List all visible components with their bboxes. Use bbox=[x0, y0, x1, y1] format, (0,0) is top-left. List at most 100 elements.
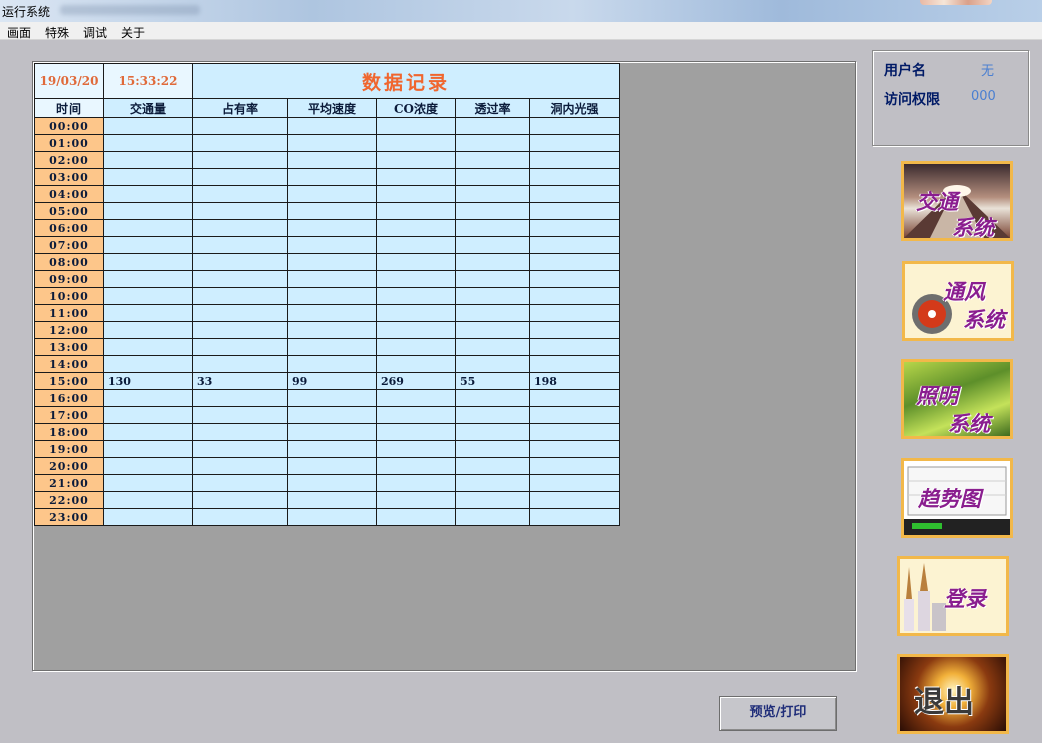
record-date: 19/03/20 bbox=[34, 63, 104, 99]
hour-cell: 19:00 bbox=[34, 440, 104, 458]
data-cell bbox=[376, 168, 456, 186]
data-cell bbox=[455, 219, 530, 237]
trend-caption: 趋势图 bbox=[918, 486, 981, 511]
data-cell bbox=[103, 389, 193, 407]
data-cell bbox=[103, 253, 193, 271]
table-row: 06:00 bbox=[34, 219, 620, 237]
data-cell bbox=[376, 151, 456, 169]
data-cell bbox=[455, 202, 530, 220]
traffic-system-button[interactable]: 交通 系统 bbox=[901, 161, 1013, 241]
hour-cell: 06:00 bbox=[34, 219, 104, 237]
table-row: 18:00 bbox=[34, 423, 620, 441]
data-cell bbox=[287, 474, 377, 492]
data-cell bbox=[287, 389, 377, 407]
data-cell bbox=[455, 474, 530, 492]
data-cell bbox=[376, 219, 456, 237]
data-cell bbox=[103, 219, 193, 237]
data-cell bbox=[287, 491, 377, 509]
window-controls[interactable] bbox=[920, 0, 992, 5]
data-cell bbox=[103, 457, 193, 475]
data-cell bbox=[455, 168, 530, 186]
data-cell bbox=[192, 474, 288, 492]
table-row: 17:00 bbox=[34, 406, 620, 424]
title-blur bbox=[60, 5, 200, 15]
data-record-table: 19/03/20 15:33:22 数据记录 时间 交通量 占有率 平均速度 CO浓度透… bbox=[34, 63, 620, 526]
data-cell bbox=[287, 253, 377, 271]
data-cell bbox=[103, 406, 193, 424]
data-cell bbox=[376, 287, 456, 305]
preview-print-button[interactable]: 预览/打印 bbox=[719, 696, 837, 731]
data-cell bbox=[192, 389, 288, 407]
data-cell bbox=[192, 304, 288, 322]
data-cell bbox=[287, 338, 377, 356]
data-cell bbox=[287, 321, 377, 339]
data-cell bbox=[376, 134, 456, 152]
table-row: 04:00 bbox=[34, 185, 620, 203]
data-cell bbox=[529, 304, 620, 322]
data-cell bbox=[287, 423, 377, 441]
data-cell: 55 bbox=[455, 372, 530, 390]
data-cell bbox=[529, 423, 620, 441]
data-cell bbox=[529, 236, 620, 254]
menu-item-screen[interactable]: 画面 bbox=[7, 24, 31, 41]
data-cell bbox=[103, 202, 193, 220]
data-cell bbox=[192, 270, 288, 288]
user-info-panel: 用户名 无 访问权限 000 bbox=[872, 50, 1029, 146]
login-caption: 登录 bbox=[944, 586, 986, 611]
column-header: CO浓度 bbox=[376, 98, 456, 118]
hour-cell: 20:00 bbox=[34, 457, 104, 475]
data-cell bbox=[455, 287, 530, 305]
data-cell bbox=[529, 134, 620, 152]
menu-item-special[interactable]: 特殊 bbox=[45, 24, 69, 41]
data-cell bbox=[192, 185, 288, 203]
data-cell bbox=[529, 338, 620, 356]
data-cell bbox=[529, 440, 620, 458]
data-cell bbox=[455, 117, 530, 135]
menu-item-about[interactable]: 关于 bbox=[121, 24, 145, 41]
data-cell bbox=[455, 440, 530, 458]
column-header: 时间 bbox=[34, 98, 104, 118]
data-cell bbox=[376, 423, 456, 441]
login-button[interactable]: 登录 bbox=[897, 556, 1009, 636]
data-cell bbox=[376, 117, 456, 135]
data-cell bbox=[287, 168, 377, 186]
table-row: 08:00 bbox=[34, 253, 620, 271]
table-row: 10:00 bbox=[34, 287, 620, 305]
data-cell bbox=[103, 355, 193, 373]
data-cell bbox=[192, 423, 288, 441]
data-cell bbox=[529, 151, 620, 169]
traffic-caption-2: 系统 bbox=[952, 215, 994, 240]
data-cell bbox=[287, 270, 377, 288]
ventilation-system-button[interactable]: 通风 系统 bbox=[902, 261, 1014, 341]
hour-cell: 05:00 bbox=[34, 202, 104, 220]
data-cell bbox=[376, 457, 456, 475]
hour-cell: 21:00 bbox=[34, 474, 104, 492]
data-cell bbox=[529, 185, 620, 203]
data-cell bbox=[192, 355, 288, 373]
data-cell bbox=[455, 355, 530, 373]
menu-item-debug[interactable]: 调试 bbox=[83, 24, 107, 41]
data-cell bbox=[192, 219, 288, 237]
data-cell: 269 bbox=[376, 372, 456, 390]
data-cell bbox=[529, 457, 620, 475]
data-cell: 33 bbox=[192, 372, 288, 390]
data-cell bbox=[287, 202, 377, 220]
data-cell bbox=[287, 304, 377, 322]
lighting-system-button[interactable]: 照明 系统 bbox=[901, 359, 1013, 439]
hour-cell: 16:00 bbox=[34, 389, 104, 407]
data-cell bbox=[287, 117, 377, 135]
data-cell bbox=[103, 508, 193, 526]
data-cell bbox=[529, 253, 620, 271]
data-cell bbox=[529, 508, 620, 526]
lighting-caption-2: 系统 bbox=[948, 411, 990, 436]
data-cell bbox=[376, 440, 456, 458]
hour-cell: 13:00 bbox=[34, 338, 104, 356]
exit-button[interactable]: 退出 bbox=[897, 654, 1009, 734]
trend-chart-button[interactable]: 趋势图 bbox=[901, 458, 1013, 538]
data-cell bbox=[529, 270, 620, 288]
hour-cell: 03:00 bbox=[34, 168, 104, 186]
data-cell bbox=[455, 236, 530, 254]
username-value: 无 bbox=[981, 64, 995, 79]
data-cell bbox=[103, 321, 193, 339]
column-header: 洞内光强 bbox=[529, 98, 620, 118]
